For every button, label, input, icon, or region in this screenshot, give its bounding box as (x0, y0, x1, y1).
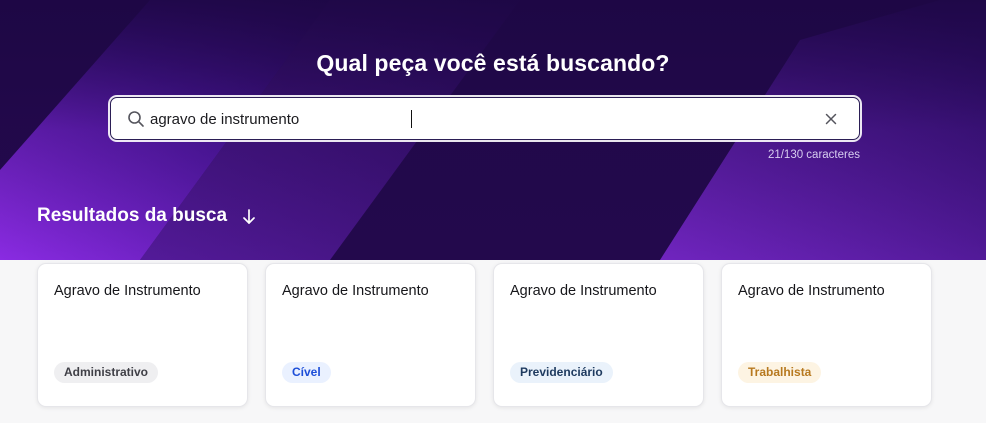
close-icon[interactable] (823, 111, 839, 127)
card-title: Agravo de Instrumento (54, 283, 201, 299)
result-card[interactable]: Agravo de Instrumento Cível (265, 263, 476, 407)
search-icon (128, 111, 144, 127)
card-title: Agravo de Instrumento (282, 283, 429, 299)
arrow-down-icon (243, 209, 255, 224)
card-title: Agravo de Instrumento (738, 283, 885, 299)
category-badge: Previdenciário (510, 362, 613, 383)
character-counter: 21/130 caracteres (767, 149, 860, 161)
result-card[interactable]: Agravo de Instrumento Administrativo (37, 263, 248, 407)
hero-banner: Qual peça você está buscando? 21/130 car… (0, 0, 986, 260)
category-badge: Cível (282, 362, 331, 383)
results-heading: Resultados da busca (37, 205, 228, 226)
category-badge: Trabalhista (738, 362, 822, 383)
result-card[interactable]: Agravo de Instrumento Previdenciário (493, 263, 704, 407)
search-input[interactable] (150, 104, 790, 134)
text-caret (411, 110, 412, 128)
result-card[interactable]: Agravo de Instrumento Trabalhista (721, 263, 932, 407)
search-box[interactable] (110, 97, 860, 140)
page-title: Qual peça você está buscando? (316, 50, 670, 76)
card-title: Agravo de Instrumento (510, 283, 657, 299)
category-badge: Administrativo (54, 362, 159, 383)
